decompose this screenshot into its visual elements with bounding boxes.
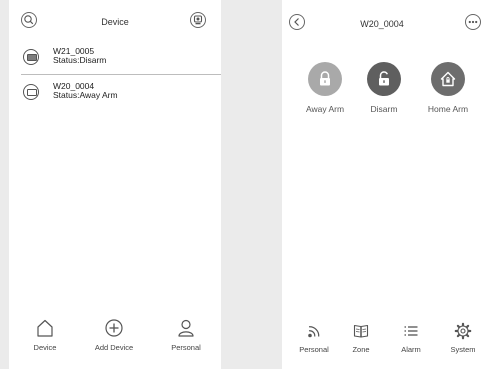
alarm-list-icon — [404, 326, 418, 336]
arm-label: Away Arm — [305, 104, 345, 114]
nav-label: Personal — [171, 343, 201, 352]
nav-label: Personal — [299, 345, 329, 354]
nav-label: Device — [33, 343, 57, 352]
arm-circle — [367, 62, 401, 96]
page-title: W20_0004 — [360, 19, 404, 29]
home-lock-icon — [440, 71, 456, 87]
device-list-header: Device — [9, 0, 221, 40]
nav-personal[interactable]: Personal — [292, 322, 336, 354]
nav-label: Alarm — [401, 345, 421, 354]
device-list-screen: Device W21_0005 Status:Disarm W20_0004 S… — [9, 0, 221, 369]
device-control-screen: W20_0004 Away Arm Disarm Home Arm Person… — [282, 0, 482, 369]
nav-label: System — [450, 345, 476, 354]
person-icon — [178, 319, 194, 337]
nav-label: Add Device — [94, 343, 134, 352]
device-status: Status:Disarm — [53, 55, 107, 65]
divider — [21, 74, 221, 75]
nav-personal[interactable]: Personal — [161, 318, 211, 352]
away-arm-button[interactable]: Away Arm — [295, 62, 355, 114]
add-circle-icon — [105, 319, 123, 337]
nav-zone[interactable]: Zone — [342, 322, 380, 354]
device-icon — [23, 84, 39, 100]
arm-label: Disarm — [370, 104, 398, 114]
disarm-button[interactable]: Disarm — [354, 62, 414, 114]
home-arm-button[interactable]: Home Arm — [418, 62, 478, 114]
nav-device[interactable]: Device — [25, 318, 65, 352]
arm-circle — [431, 62, 465, 96]
nav-add-device[interactable]: Add Device — [89, 318, 139, 352]
device-armed-icon — [23, 49, 39, 65]
nav-label: Zone — [352, 345, 370, 354]
gear-icon — [454, 322, 472, 340]
device-row-w20-0004[interactable]: W20_0004 Status:Away Arm — [9, 77, 221, 109]
home-icon — [37, 319, 53, 337]
bottom-nav: Personal Zone Alarm System — [282, 322, 482, 367]
arm-circle — [308, 62, 342, 96]
unlock-icon — [379, 71, 389, 86]
arm-label: Home Arm — [427, 104, 469, 114]
zone-book-icon — [353, 324, 369, 338]
bottom-nav: Device Add Device Personal — [9, 318, 221, 363]
lock-icon — [320, 71, 330, 86]
device-status: Status:Away Arm — [53, 90, 118, 100]
nav-system[interactable]: System — [445, 322, 481, 354]
device-control-header: W20_0004 — [282, 0, 482, 40]
signal-icon — [308, 326, 320, 338]
device-row-w21-0005[interactable]: W21_0005 Status:Disarm — [9, 42, 221, 74]
camera-icon[interactable] — [190, 12, 206, 28]
nav-alarm[interactable]: Alarm — [391, 322, 431, 354]
more-icon[interactable] — [465, 14, 481, 30]
